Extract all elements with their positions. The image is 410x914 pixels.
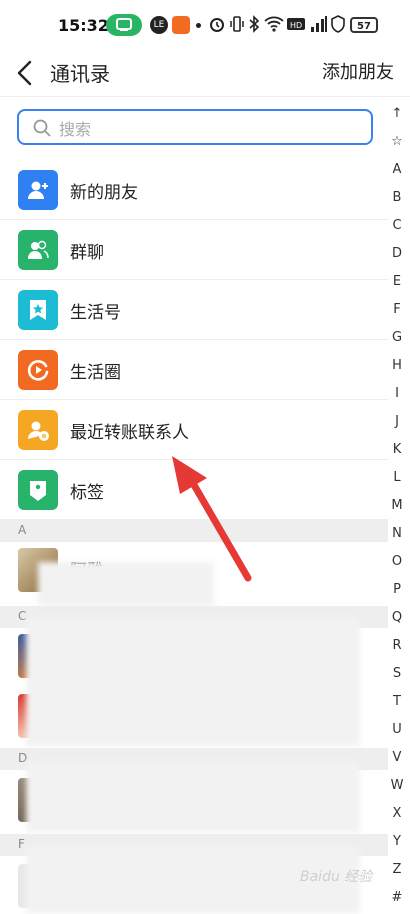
notification-dot-icon (196, 23, 201, 28)
system-status-icons: HD (208, 15, 348, 35)
menu-item-label: 标签 (70, 483, 104, 503)
index-letter[interactable]: # (386, 890, 408, 905)
header-divider (0, 96, 410, 97)
page-title: 通讯录 (50, 62, 110, 86)
play-circle-icon (18, 350, 58, 390)
index-letter[interactable]: H (386, 358, 408, 373)
menu-item-label: 生活圈 (70, 363, 121, 383)
svg-text:HD: HD (290, 21, 302, 30)
menu-item-recent-transfer-contacts[interactable]: 最近转账联系人 (0, 400, 388, 460)
screen-cast-icon (106, 14, 142, 36)
star-badge-icon (18, 290, 58, 330)
index-letter[interactable]: F (386, 302, 408, 317)
section-header-a: A (0, 520, 388, 542)
navigation-header: 通讯录 添加朋友 (0, 50, 410, 96)
status-bar: 15:32 LE HD 57 (0, 0, 410, 50)
index-letter[interactable]: O (386, 554, 408, 569)
signal-icon (311, 16, 327, 32)
battery-indicator: 57 (350, 17, 378, 33)
app-notification-icon: LE (150, 16, 168, 34)
index-letter[interactable]: N (386, 526, 408, 541)
index-letter[interactable]: C (386, 218, 408, 233)
menu-item-label: 群聊 (70, 243, 104, 263)
menu-item-tags[interactable]: 标签 (0, 460, 388, 520)
alarm-icon (210, 18, 224, 32)
group-icon (18, 230, 58, 270)
privacy-blur-overlay (38, 562, 214, 606)
add-friend-icon (18, 170, 58, 210)
index-letter[interactable]: V (386, 750, 408, 765)
index-letter[interactable]: M (386, 498, 408, 513)
add-friend-button[interactable]: 添加朋友 (322, 58, 394, 84)
index-letter[interactable]: ↑ (386, 106, 408, 121)
index-letter[interactable]: L (386, 470, 408, 485)
baidu-watermark: Baidu 经验 (300, 869, 373, 885)
back-arrow-icon[interactable] (16, 60, 34, 86)
shield-icon (331, 15, 345, 33)
privacy-blur-overlay (26, 760, 360, 832)
index-letter[interactable]: W (386, 778, 408, 793)
index-letter[interactable]: Q (386, 610, 408, 625)
menu-item-life-circle[interactable]: 生活圈 (0, 340, 388, 400)
index-letter[interactable]: G (386, 330, 408, 345)
tag-icon (18, 470, 58, 510)
index-letter[interactable]: B (386, 190, 408, 205)
menu-item-label: 新的朋友 (70, 183, 138, 203)
index-letter[interactable]: D (386, 246, 408, 261)
index-letter[interactable]: E (386, 274, 408, 289)
index-letter[interactable]: R (386, 638, 408, 653)
search-icon (33, 119, 51, 137)
menu-item-group-chat[interactable]: 群聊 (0, 220, 388, 280)
privacy-blur-overlay (26, 616, 360, 746)
index-letter[interactable]: ☆ (386, 134, 408, 149)
menu-item-life-account[interactable]: 生活号 (0, 280, 388, 340)
app-notification-icon-2 (172, 16, 190, 34)
search-input[interactable]: 搜索 (17, 109, 373, 145)
index-letter[interactable]: J (386, 414, 408, 429)
alphabet-index-bar[interactable]: ↑ ☆ A B C D E F G H I J K L M N O P Q R S T U V W X Y Z # (386, 106, 408, 914)
index-letter[interactable]: I (386, 386, 408, 401)
menu-item-new-friends[interactable]: 新的朋友 (0, 160, 388, 220)
index-letter[interactable]: A (386, 162, 408, 177)
index-letter[interactable]: T (386, 694, 408, 709)
search-placeholder: 搜索 (59, 120, 92, 139)
status-time: 15:32 (58, 16, 109, 35)
bluetooth-icon (249, 15, 260, 33)
index-letter[interactable]: U (386, 722, 408, 737)
index-letter[interactable]: X (386, 806, 408, 821)
index-letter[interactable]: Z (386, 862, 408, 877)
wifi-icon (264, 16, 284, 32)
vibrate-icon (230, 16, 244, 32)
index-letter[interactable]: K (386, 442, 408, 457)
transfer-contact-icon (18, 410, 58, 450)
index-letter[interactable]: S (386, 666, 408, 681)
index-letter[interactable]: Y (386, 834, 408, 849)
index-letter[interactable]: P (386, 582, 408, 597)
hd-icon: HD (287, 18, 305, 30)
menu-item-label: 最近转账联系人 (70, 423, 189, 443)
menu-item-label: 生活号 (70, 303, 121, 323)
